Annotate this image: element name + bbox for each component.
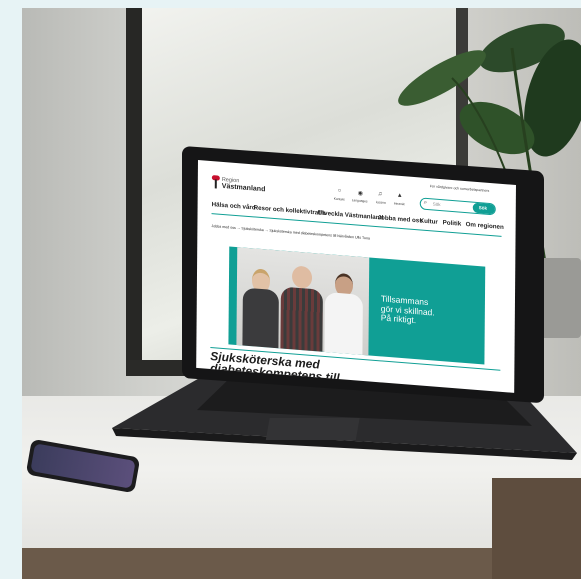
desk-drawer	[492, 478, 581, 579]
utility-lyssna[interactable]: Lyssna	[376, 200, 386, 205]
nav-utveckla[interactable]: Utveckla Västmanland	[318, 209, 384, 221]
top-link[interactable]: För vårdgivare och samarbetspartners	[430, 184, 489, 193]
scene: MacBook Pro Region Västmanland För vårdg…	[0, 0, 581, 579]
globe-icon[interactable]: ◉	[358, 190, 363, 197]
breadcrumb[interactable]: Jobba med oss → Sjuksköterska → Sjuksköt…	[211, 224, 370, 240]
person-3	[324, 272, 363, 355]
nav-om-regionen[interactable]: Om regionen	[466, 221, 504, 231]
utility-kontakt[interactable]: Kontakt	[334, 197, 345, 202]
speaker-icon[interactable]: ♫	[378, 191, 383, 197]
person-1	[242, 268, 279, 349]
hero-banner: Tillsammans gör vi skillnad. På riktigt.	[228, 246, 486, 365]
search-input[interactable]: Sök	[433, 201, 441, 207]
nav-resor[interactable]: Resor och kollektivtrafik	[254, 204, 326, 217]
laptop-screen: Region Västmanland För vårdgivare och sa…	[196, 160, 516, 393]
sitemap-icon[interactable]: ▲	[397, 193, 403, 199]
person-2	[280, 265, 323, 352]
chat-icon[interactable]: ○	[338, 188, 342, 194]
hero-text: Tillsammans gör vi skillnad. På riktigt.	[381, 293, 435, 327]
nav-halsa[interactable]: Hälsa och vård	[212, 201, 256, 211]
window-frame-left	[126, 8, 142, 376]
logo-line2[interactable]: Västmanland	[222, 183, 266, 193]
logo-icon	[211, 175, 220, 190]
search-box[interactable]: ⌕ Sök Sök	[419, 197, 496, 216]
nav-politik[interactable]: Politik	[443, 219, 462, 227]
nav-kultur[interactable]: Kultur	[420, 217, 438, 225]
search-button-label: Sök	[478, 205, 488, 211]
search-button[interactable]: Sök	[472, 202, 495, 215]
nav-jobba[interactable]: Jobba med oss	[378, 214, 423, 225]
search-icon: ⌕	[423, 199, 428, 207]
utility-intranat[interactable]: Intranät	[394, 201, 405, 206]
utility-languages[interactable]: Languages	[352, 198, 368, 203]
